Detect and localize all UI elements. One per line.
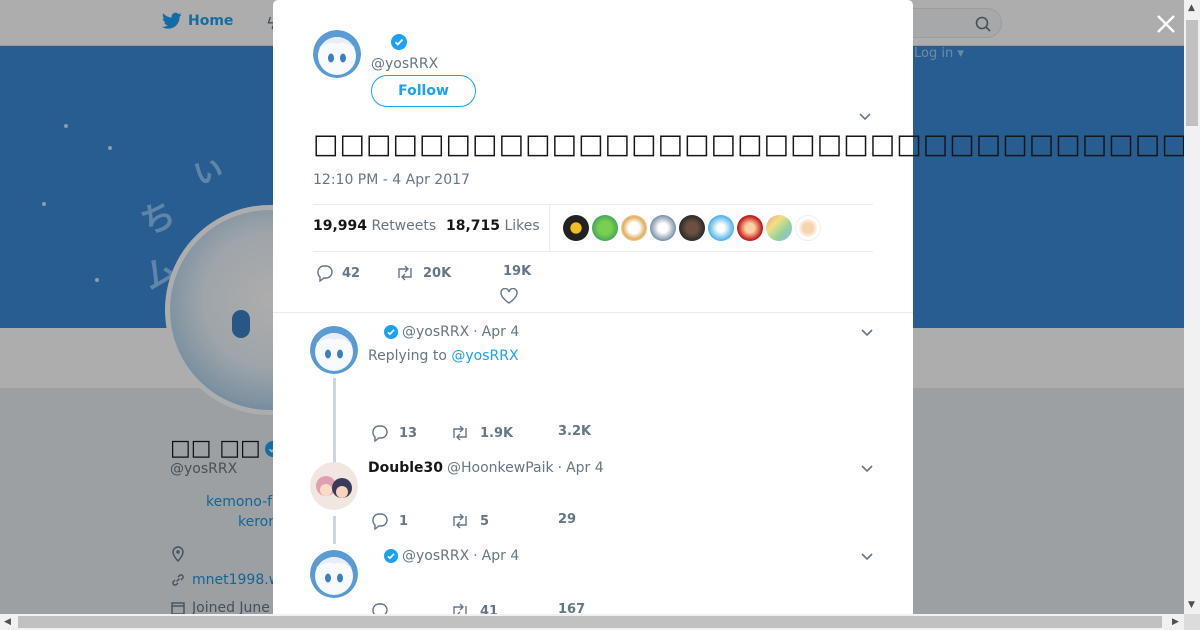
reply-icon — [372, 425, 388, 442]
reply-tweet[interactable]: Double30 @HoonkewPaik · Apr 4 1 5 29 — [273, 454, 913, 544]
like-count: 167 — [558, 602, 586, 614]
chevron-down-icon[interactable] — [860, 552, 874, 562]
likes-stat[interactable]: 18,715 Likes — [446, 218, 540, 234]
separator-dot: · — [473, 324, 478, 340]
liker-avatar[interactable] — [621, 215, 647, 241]
reply-date[interactable]: Apr 4 — [482, 548, 520, 564]
verified-badge-icon — [384, 549, 398, 563]
retweet-action[interactable]: 5 — [450, 512, 489, 530]
retweet-icon — [453, 603, 467, 614]
retweet-stat[interactable]: 19,994 Retweets — [313, 218, 436, 234]
tweet-text-clip: □□□□□□□□□□□□□□□□□□□□□□□□□□□□□□□□□□□□□□□□… — [273, 0, 1185, 200]
reply-name[interactable]: Double30 — [368, 460, 443, 476]
reply-avatar[interactable] — [310, 462, 358, 510]
reply-date[interactable]: Apr 4 — [566, 460, 604, 476]
reply-icon — [372, 603, 388, 614]
reply-avatar-image — [310, 462, 358, 510]
retweet-icon — [398, 265, 412, 281]
retweet-count: 5 — [480, 513, 490, 529]
tweet-text: □□□□□□□□□□□□□□□□□□□□□□□□□□□□□□□□□□□□□□□□… — [313, 129, 1185, 160]
replying-to: Replying to @yosRRX — [368, 348, 519, 364]
chevron-down-icon[interactable] — [860, 328, 874, 338]
liker-avatar[interactable] — [795, 215, 821, 241]
horizontal-scroll-thumb[interactable] — [18, 616, 1162, 628]
like-count: 3.2K — [558, 424, 592, 439]
reply-header: Double30 @HoonkewPaik · Apr 4 — [368, 460, 604, 476]
verified-badge-icon — [384, 325, 398, 339]
liker-avatars — [563, 215, 821, 241]
reply-header: @yosRRX · Apr 4 — [368, 548, 519, 564]
retweet-action-count: 20K — [423, 265, 452, 281]
reply-count: 1 — [399, 513, 409, 529]
scroll-right-arrow[interactable]: ▶ — [1172, 617, 1179, 627]
retweet-count: 41 — [480, 603, 499, 615]
replying-to-prefix: Replying to — [368, 348, 447, 364]
liker-avatar[interactable] — [679, 215, 705, 241]
separator-dot: · — [557, 460, 563, 476]
reply-action[interactable]: 42 — [316, 264, 360, 282]
scroll-up-arrow[interactable]: ▲ — [1188, 3, 1195, 13]
likes-label: Likes — [504, 218, 540, 234]
vertical-scrollbar[interactable]: ▲ ▼ — [1184, 0, 1200, 614]
retweet-action[interactable]: 20K — [395, 264, 451, 282]
like-action-count: 19K — [503, 264, 532, 279]
reply-action[interactable] — [371, 602, 399, 614]
like-action[interactable]: 29 — [558, 512, 576, 527]
retweet-label: Retweets — [371, 218, 437, 234]
reply-avatar-image — [310, 550, 358, 598]
like-count: 29 — [558, 512, 577, 527]
liker-avatar[interactable] — [650, 215, 676, 241]
retweet-count: 19,994 — [313, 218, 368, 234]
reply-avatar[interactable] — [310, 326, 358, 374]
liker-avatar[interactable] — [592, 215, 618, 241]
modal-divider — [273, 312, 913, 313]
stats-divider — [549, 205, 550, 251]
like-action[interactable]: 167 — [558, 602, 585, 614]
liker-avatar[interactable] — [737, 215, 763, 241]
reply-icon — [372, 513, 388, 530]
thread-line — [333, 516, 336, 544]
retweet-action[interactable]: 1.9K — [450, 424, 513, 442]
scroll-left-arrow[interactable]: ◀ — [4, 617, 11, 627]
like-action[interactable]: 3.2K — [558, 424, 591, 439]
reply-handle[interactable]: @yosRRX — [402, 324, 469, 340]
reply-avatar[interactable] — [310, 550, 358, 598]
heart-icon[interactable] — [500, 288, 518, 304]
thread-line — [333, 378, 336, 464]
replying-to-handle[interactable]: @yosRRX — [451, 348, 518, 364]
reply-tweet[interactable]: @yosRRX · Apr 4 Replying to @yosRRX 13 1… — [273, 318, 913, 464]
scroll-down-arrow[interactable]: ▼ — [1188, 600, 1195, 610]
retweet-icon — [453, 425, 467, 441]
reply-handle[interactable]: @HoonkewPaik — [447, 460, 554, 476]
horizontal-scrollbar[interactable]: ◀ ▶ — [0, 614, 1184, 630]
chevron-down-icon[interactable] — [860, 464, 874, 474]
reply-handle[interactable]: @yosRRX — [402, 548, 469, 564]
reply-count: 42 — [342, 265, 361, 281]
retweet-action[interactable]: 41 — [450, 602, 498, 614]
reply-avatar-image — [310, 326, 358, 374]
reply-count: 13 — [399, 425, 418, 441]
separator-dot: · — [473, 548, 478, 564]
reply-header: @yosRRX · Apr 4 — [368, 324, 519, 340]
retweet-count: 1.9K — [480, 425, 514, 441]
likes-count: 18,715 — [446, 218, 501, 234]
liker-avatar[interactable] — [563, 215, 589, 241]
reply-date[interactable]: Apr 4 — [482, 324, 520, 340]
tweet-modal: @yosRRX Follow □□□□□□□□□□□□□□□□□□□□□□□□□… — [273, 0, 1185, 614]
reply-tweet[interactable]: @yosRRX · Apr 4 41 167 — [273, 542, 913, 614]
liker-avatar[interactable] — [766, 215, 792, 241]
reply-icon — [317, 265, 333, 282]
reply-action[interactable]: 13 — [371, 424, 417, 442]
retweet-icon — [453, 513, 467, 529]
tweet-timestamp[interactable]: 12:10 PM - 4 Apr 2017 — [313, 172, 470, 188]
vertical-scroll-thumb[interactable] — [1186, 20, 1198, 126]
liker-avatar[interactable] — [708, 215, 734, 241]
reply-action[interactable]: 1 — [371, 512, 408, 530]
scrollbar-corner — [1184, 614, 1200, 630]
like-action[interactable]: 19K — [503, 264, 531, 279]
tweet-stats: 19,994 Retweets 18,715 Likes — [313, 204, 873, 252]
